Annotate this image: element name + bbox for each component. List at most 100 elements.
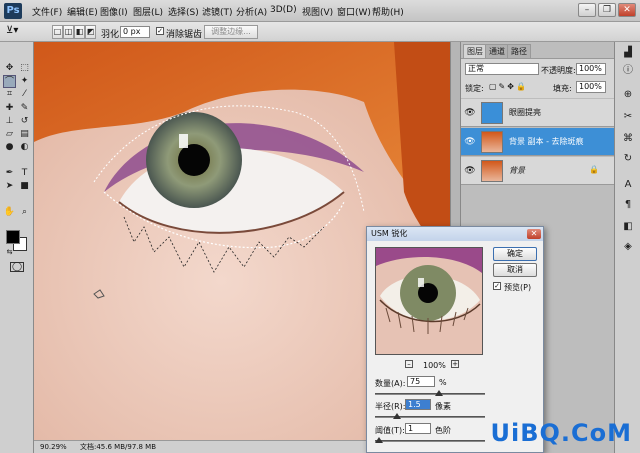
tab-channels[interactable]: 通道 (485, 44, 509, 58)
preview-checkbox[interactable]: ✓ (493, 282, 501, 290)
menu-layer[interactable]: 图层(L) (133, 5, 163, 18)
marquee-icon[interactable]: ⬚ (18, 62, 31, 75)
menu-select[interactable]: 选择(S) (168, 5, 199, 18)
preview-label: 预览(P) (504, 283, 532, 292)
fill-input[interactable]: 100% (576, 81, 606, 93)
add-selection-icon[interactable]: ◫ (63, 25, 74, 39)
eyedropper-icon[interactable]: ⁄ (18, 88, 31, 101)
radius-input[interactable]: 1.5 (405, 399, 431, 410)
lock-icons[interactable]: ▢✎✥🔒 (489, 82, 528, 91)
threshold-input[interactable]: 1 (405, 423, 431, 434)
restore-button[interactable]: ❐ (598, 3, 616, 17)
character-icon[interactable]: A (621, 178, 635, 192)
filter-preview[interactable] (375, 247, 483, 355)
lock-icon: 🔒 (589, 165, 599, 174)
toolbox: ✥ ⬚ ⌒ ✦ ⌗ ⁄ ✚ ✎ ⊥ ↺ ▱ ▤ ● ◐ ✒ T ➤ ■ ✋ ⌕ … (0, 42, 34, 453)
menu-window[interactable]: 窗口(W) (337, 5, 371, 18)
threshold-unit: 色阶 (435, 426, 451, 435)
move-icon[interactable]: ✥ (3, 62, 16, 75)
menu-3d[interactable]: 3D(D) (270, 5, 297, 15)
adjustments-icon[interactable]: ✂ (621, 110, 635, 124)
menu-view[interactable]: 视图(V) (302, 5, 333, 18)
lasso-icon[interactable]: ⌒ (3, 75, 16, 88)
layer-row[interactable]: 👁 眼圈提亮 (461, 99, 615, 127)
menu-edit[interactable]: 编辑(E) (67, 5, 98, 18)
threshold-slider-thumb[interactable] (375, 437, 383, 443)
gradient-icon[interactable]: ▤ (18, 128, 31, 141)
radius-slider-thumb[interactable] (393, 413, 401, 419)
menu-bar: Ps 文件(F) 编辑(E) 图像(I) 图层(L) 选择(S) 滤镜(T) 分… (0, 0, 640, 22)
opacity-label: 不透明度: (541, 66, 576, 75)
history-brush-icon[interactable]: ↺ (18, 115, 31, 128)
layer-name: 眼圈提亮 (509, 108, 541, 117)
menu-image[interactable]: 图像(I) (100, 5, 128, 18)
layer-row[interactable]: 👁 背景 🔒 (461, 157, 615, 185)
pen-icon[interactable]: ✒ (3, 167, 16, 180)
amount-slider-thumb[interactable] (435, 390, 443, 396)
swap-colors-icon[interactable]: ⇆ (3, 246, 16, 259)
channels-icon[interactable]: ◈ (621, 240, 635, 254)
histogram-icon[interactable]: ▟ (621, 46, 635, 60)
dodge-icon[interactable]: ◐ (18, 141, 31, 154)
eye-icon[interactable]: 👁 (464, 136, 476, 148)
brush-icon[interactable]: ✎ (18, 102, 31, 115)
zoom-icon[interactable]: ⌕ (18, 206, 31, 219)
layers-icon[interactable]: ◧ (621, 220, 635, 234)
stamp-icon[interactable]: ⊥ (3, 115, 16, 128)
radius-slider[interactable] (375, 416, 485, 418)
eraser-icon[interactable]: ▱ (3, 128, 16, 141)
hand-icon[interactable]: ✋ (3, 206, 16, 219)
minimize-button[interactable]: – (578, 3, 596, 17)
layer-controls: 正常 不透明度: 100% 锁定: ▢✎✥🔒 填充: 100% (461, 58, 615, 98)
radius-unit: 像素 (435, 402, 451, 411)
subtract-selection-icon[interactable]: ◧ (74, 25, 85, 39)
cancel-button[interactable]: 取消 (493, 263, 537, 277)
amount-input[interactable]: 75 (407, 376, 435, 387)
threshold-label: 阈值(T): (375, 426, 405, 435)
zoom-out-button[interactable]: – (405, 360, 413, 368)
new-selection-icon[interactable]: □ (52, 25, 63, 39)
path-select-icon[interactable]: ➤ (3, 180, 16, 193)
threshold-slider[interactable] (375, 440, 485, 442)
blur-icon[interactable]: ● (3, 141, 16, 154)
healing-icon[interactable]: ✚ (3, 102, 16, 115)
menu-analysis[interactable]: 分析(A) (236, 5, 267, 18)
eye-icon[interactable]: 👁 (464, 165, 476, 177)
ok-button[interactable]: 确定 (493, 247, 537, 261)
tab-layers[interactable]: 图层 (463, 44, 487, 58)
zoom-level[interactable]: 90.29% (40, 441, 67, 453)
menu-filter[interactable]: 滤镜(T) (202, 5, 233, 18)
blend-mode-select[interactable]: 正常 (465, 63, 539, 75)
dialog-close-button[interactable]: ✕ (527, 229, 541, 239)
feather-input[interactable]: 0 px (120, 26, 150, 38)
close-button[interactable]: ✕ (618, 3, 636, 17)
layer-thumbnail (481, 102, 503, 124)
history-icon[interactable]: ↻ (621, 152, 635, 166)
zoom-in-button[interactable]: + (451, 360, 459, 368)
foreground-color-swatch[interactable] (6, 230, 20, 244)
masks-icon[interactable]: ⌘ (621, 132, 635, 146)
quickmask-icon[interactable]: ◯ (10, 262, 24, 272)
lasso-preset-icon[interactable]: ⊻▾ (6, 25, 18, 36)
eye-icon[interactable]: 👁 (464, 107, 476, 119)
menu-help[interactable]: 帮助(H) (372, 5, 404, 18)
antialias-checkbox[interactable]: ✓ (156, 27, 164, 35)
tab-paths[interactable]: 路径 (507, 44, 531, 58)
opacity-input[interactable]: 100% (576, 63, 606, 75)
doc-info: 文档:45.6 MB/97.8 MB (80, 443, 157, 451)
shape-icon[interactable]: ■ (18, 180, 31, 193)
refine-edge-button[interactable]: 调整边缘... (204, 25, 258, 39)
layer-name: 背景 副本 - 去除斑痕 (509, 137, 584, 146)
fill-label: 填充: (553, 84, 572, 93)
menu-file[interactable]: 文件(F) (32, 5, 62, 18)
amount-slider[interactable] (375, 393, 485, 395)
paragraph-icon[interactable]: ¶ (621, 198, 635, 212)
crop-icon[interactable]: ⌗ (3, 88, 16, 101)
intersect-selection-icon[interactable]: ◩ (85, 25, 96, 39)
navigator-icon[interactable]: ⊕ (621, 88, 635, 102)
info-icon[interactable]: ⓘ (621, 64, 635, 78)
layer-row-selected[interactable]: 👁 背景 副本 - 去除斑痕 (461, 128, 615, 156)
magic-wand-icon[interactable]: ✦ (18, 75, 31, 88)
type-icon[interactable]: T (18, 167, 31, 180)
amount-label: 数量(A): (375, 379, 406, 388)
